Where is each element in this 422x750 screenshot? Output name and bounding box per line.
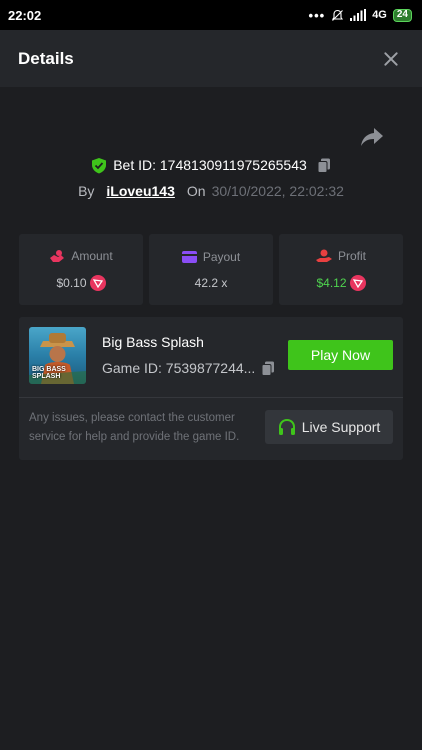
close-icon[interactable] — [380, 48, 402, 70]
status-bar: 22:02 ••• 4G 24 — [0, 0, 422, 30]
game-card: BIG BASS SPLASH Big Bass Splash Game ID:… — [19, 317, 403, 460]
bet-id: Bet ID: 1748130911975265543 — [113, 157, 307, 173]
bet-stats: Amount $0.10 Payout 42.2 x Profit $4.12 — [19, 234, 403, 305]
more-dots-icon: ••• — [308, 7, 326, 23]
share-icon[interactable] — [360, 126, 384, 148]
by-label: By — [78, 183, 95, 199]
battery-icon: 24 — [392, 8, 412, 22]
support-notice: Any issues, please contact the customer … — [29, 412, 240, 443]
page-title: Details — [18, 48, 74, 68]
play-now-button[interactable]: Play Now — [288, 340, 393, 370]
shield-check-icon — [92, 157, 107, 173]
game-id: Game ID: 7539877244... — [102, 360, 256, 376]
divider — [19, 397, 403, 398]
amount-value: $0.10 — [56, 275, 87, 290]
stat-payout: Payout 42.2 x — [149, 234, 273, 305]
copy-icon[interactable] — [261, 361, 275, 376]
profit-label: Profit — [337, 248, 366, 263]
trx-coin-icon — [89, 274, 106, 291]
network-type: 4G — [372, 9, 387, 21]
bet-id-row: Bet ID: 1748130911975265543 — [0, 154, 422, 176]
live-support-button[interactable]: Live Support — [265, 410, 393, 444]
amount-label: Amount — [71, 248, 113, 263]
status-icons: ••• 4G 24 — [309, 8, 412, 23]
wallet-icon — [181, 250, 197, 263]
username-link[interactable]: iLoveu143 — [106, 183, 174, 199]
bet-author-row: By iLoveu143 On 30/10/2022, 22:02:32 — [0, 180, 422, 202]
thumbnail-logo-text: BIG BASS SPLASH — [32, 366, 66, 380]
game-thumbnail[interactable]: BIG BASS SPLASH — [29, 327, 86, 384]
game-name: Big Bass Splash — [102, 334, 204, 350]
signal-icon — [350, 9, 367, 21]
profit-value: $4.12 — [316, 275, 347, 290]
bet-date: 30/10/2022, 22:02:32 — [211, 183, 344, 199]
details-header: Details — [0, 30, 422, 87]
on-label: On — [186, 183, 206, 199]
game-id-row: Game ID: 7539877244... — [102, 360, 275, 376]
copy-icon[interactable] — [317, 158, 331, 173]
headset-icon — [278, 418, 295, 435]
coins-icon — [50, 249, 65, 262]
profit-hand-icon — [315, 249, 332, 262]
payout-value: 42.2 x — [194, 275, 228, 290]
stat-profit: Profit $4.12 — [279, 234, 403, 305]
payout-label: Payout — [202, 249, 241, 264]
stat-amount: Amount $0.10 — [19, 234, 143, 305]
mute-icon — [332, 9, 344, 21]
status-time: 22:02 — [8, 7, 42, 23]
trx-coin-icon — [349, 274, 366, 291]
live-support-label: Live Support — [301, 419, 381, 435]
